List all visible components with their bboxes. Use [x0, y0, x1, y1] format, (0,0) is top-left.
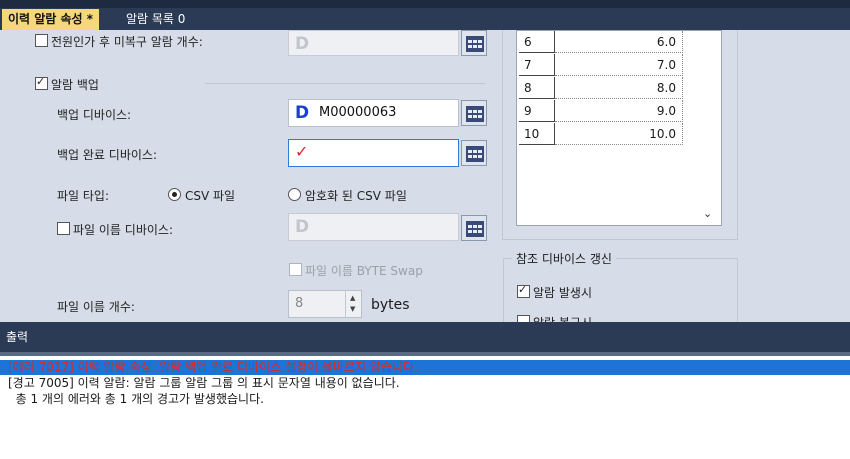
- tab-history-alarm-properties[interactable]: 이력 알람 속성 *: [2, 9, 100, 30]
- on-occur-label: 알람 발생시: [533, 286, 593, 300]
- spin-down-icon[interactable]: ▼: [350, 305, 355, 313]
- file-name-device-label: 파일 이름 디바이스:: [73, 223, 173, 237]
- on-occur-checkbox[interactable]: [517, 283, 530, 298]
- device-type-icon: D: [295, 217, 310, 237]
- backup-device-value: M00000063: [319, 105, 397, 120]
- csv-radio[interactable]: [168, 188, 181, 201]
- power-off-count-option[interactable]: 전원인가 후 미복구 알람 개수:: [35, 33, 203, 50]
- file-name-count-stepper[interactable]: 8 ▲ ▼: [288, 290, 362, 318]
- file-type-label: 파일 타입:: [57, 189, 110, 203]
- device-picker-icon: [466, 146, 484, 162]
- alarm-backup-checkbox[interactable]: [35, 75, 48, 90]
- backup-done-device-field[interactable]: ✓: [288, 139, 459, 167]
- file-name-count-label: 파일 이름 개수:: [57, 300, 135, 314]
- table-row[interactable]: 8 8.0: [519, 77, 683, 100]
- device-type-icon: D: [295, 103, 310, 123]
- ref-update-on-occur-option[interactable]: 알람 발생시: [517, 283, 593, 301]
- output-title: 출력: [6, 330, 29, 344]
- encrypted-csv-radio[interactable]: [288, 188, 301, 201]
- byte-swap-label: 파일 이름 BYTE Swap: [305, 264, 423, 278]
- error-check-icon: ✓: [295, 142, 309, 161]
- encrypted-csv-radio-label: 암호화 된 CSV 파일: [305, 189, 407, 203]
- output-panel: [에러 7017] 이력 알람 속성: 알람 백업 완료 디바이스 설정이 올바…: [0, 352, 850, 459]
- output-line-error[interactable]: [에러 7017] 이력 알람 속성: 알람 백업 완료 디바이스 설정이 올바…: [0, 360, 850, 375]
- row-value[interactable]: 10.0: [555, 123, 683, 145]
- tab-alarm-list[interactable]: 알람 목록 0: [120, 9, 191, 30]
- output-line-summary[interactable]: 총 1 개의 에러와 총 1 개의 경고가 발생했습니다.: [0, 392, 850, 407]
- power-off-count-label: 전원인가 후 미복구 알람 개수:: [51, 35, 203, 49]
- file-name-device-field[interactable]: D: [288, 213, 459, 241]
- power-off-count-field[interactable]: D: [288, 30, 459, 56]
- device-picker-icon: [466, 221, 484, 237]
- file-name-count-unit: bytes: [371, 297, 410, 313]
- alarm-backup-label: 알람 백업: [51, 78, 99, 92]
- table-row[interactable]: 6 6.0: [519, 31, 683, 54]
- row-index: 7: [519, 54, 555, 76]
- section-divider: [205, 83, 485, 84]
- byte-swap-option[interactable]: 파일 이름 BYTE Swap: [289, 262, 423, 279]
- spin-up-icon[interactable]: ▲: [350, 294, 355, 302]
- document-tab-strip: 이력 알람 속성 * 알람 목록 0: [0, 0, 850, 30]
- row-value[interactable]: 7.0: [555, 54, 683, 76]
- file-name-count-value: 8: [295, 296, 304, 311]
- ref-update-title: 참조 디바이스 갱신: [512, 250, 616, 267]
- device-picker-icon: [466, 106, 484, 122]
- alarm-backup-option[interactable]: 알람 백업: [35, 75, 99, 93]
- backup-device-picker-button[interactable]: [461, 100, 487, 126]
- scroll-down-icon[interactable]: ⌄: [703, 207, 712, 220]
- spin-buttons[interactable]: ▲ ▼: [345, 291, 362, 317]
- file-name-device-option[interactable]: 파일 이름 디바이스:: [57, 221, 173, 238]
- device-type-icon: D: [295, 34, 310, 54]
- power-off-count-picker-button[interactable]: [461, 30, 487, 56]
- row-value[interactable]: 8.0: [555, 77, 683, 99]
- row-index: 8: [519, 77, 555, 99]
- backup-device-label: 백업 디바이스:: [57, 108, 132, 122]
- row-value[interactable]: 6.0: [555, 31, 683, 53]
- table-row[interactable]: 9 9.0: [519, 100, 683, 123]
- row-index: 6: [519, 31, 555, 53]
- backup-done-device-label: 백업 완료 디바이스:: [57, 148, 157, 162]
- byte-swap-checkbox[interactable]: [289, 263, 302, 276]
- tab-strip-top-border: [0, 0, 850, 8]
- row-index: 9: [519, 100, 555, 122]
- csv-radio-label: CSV 파일: [185, 189, 236, 203]
- power-off-count-checkbox[interactable]: [35, 34, 48, 47]
- file-type-encrypted-csv-option[interactable]: 암호화 된 CSV 파일: [288, 187, 407, 204]
- file-type-csv-option[interactable]: CSV 파일: [168, 187, 235, 204]
- backup-device-field[interactable]: D M00000063: [288, 99, 459, 127]
- table-row[interactable]: 10 10.0: [519, 123, 683, 146]
- file-name-device-picker-button[interactable]: [461, 215, 487, 241]
- row-value[interactable]: 9.0: [555, 100, 683, 122]
- value-table[interactable]: 6 6.0 7 7.0 8 8.0 9 9.0 10 10.0 ⌄: [516, 30, 722, 226]
- table-row[interactable]: 7 7.0: [519, 54, 683, 77]
- row-index: 10: [519, 123, 555, 145]
- file-name-device-checkbox[interactable]: [57, 222, 70, 235]
- device-picker-icon: [466, 36, 484, 52]
- output-line-warning[interactable]: [경고 7005] 이력 알람: 알람 그룹 알람 그룹 의 표시 문자열 내용…: [0, 376, 850, 391]
- output-panel-header: 출력: [0, 322, 850, 352]
- backup-done-device-picker-button[interactable]: [461, 140, 487, 166]
